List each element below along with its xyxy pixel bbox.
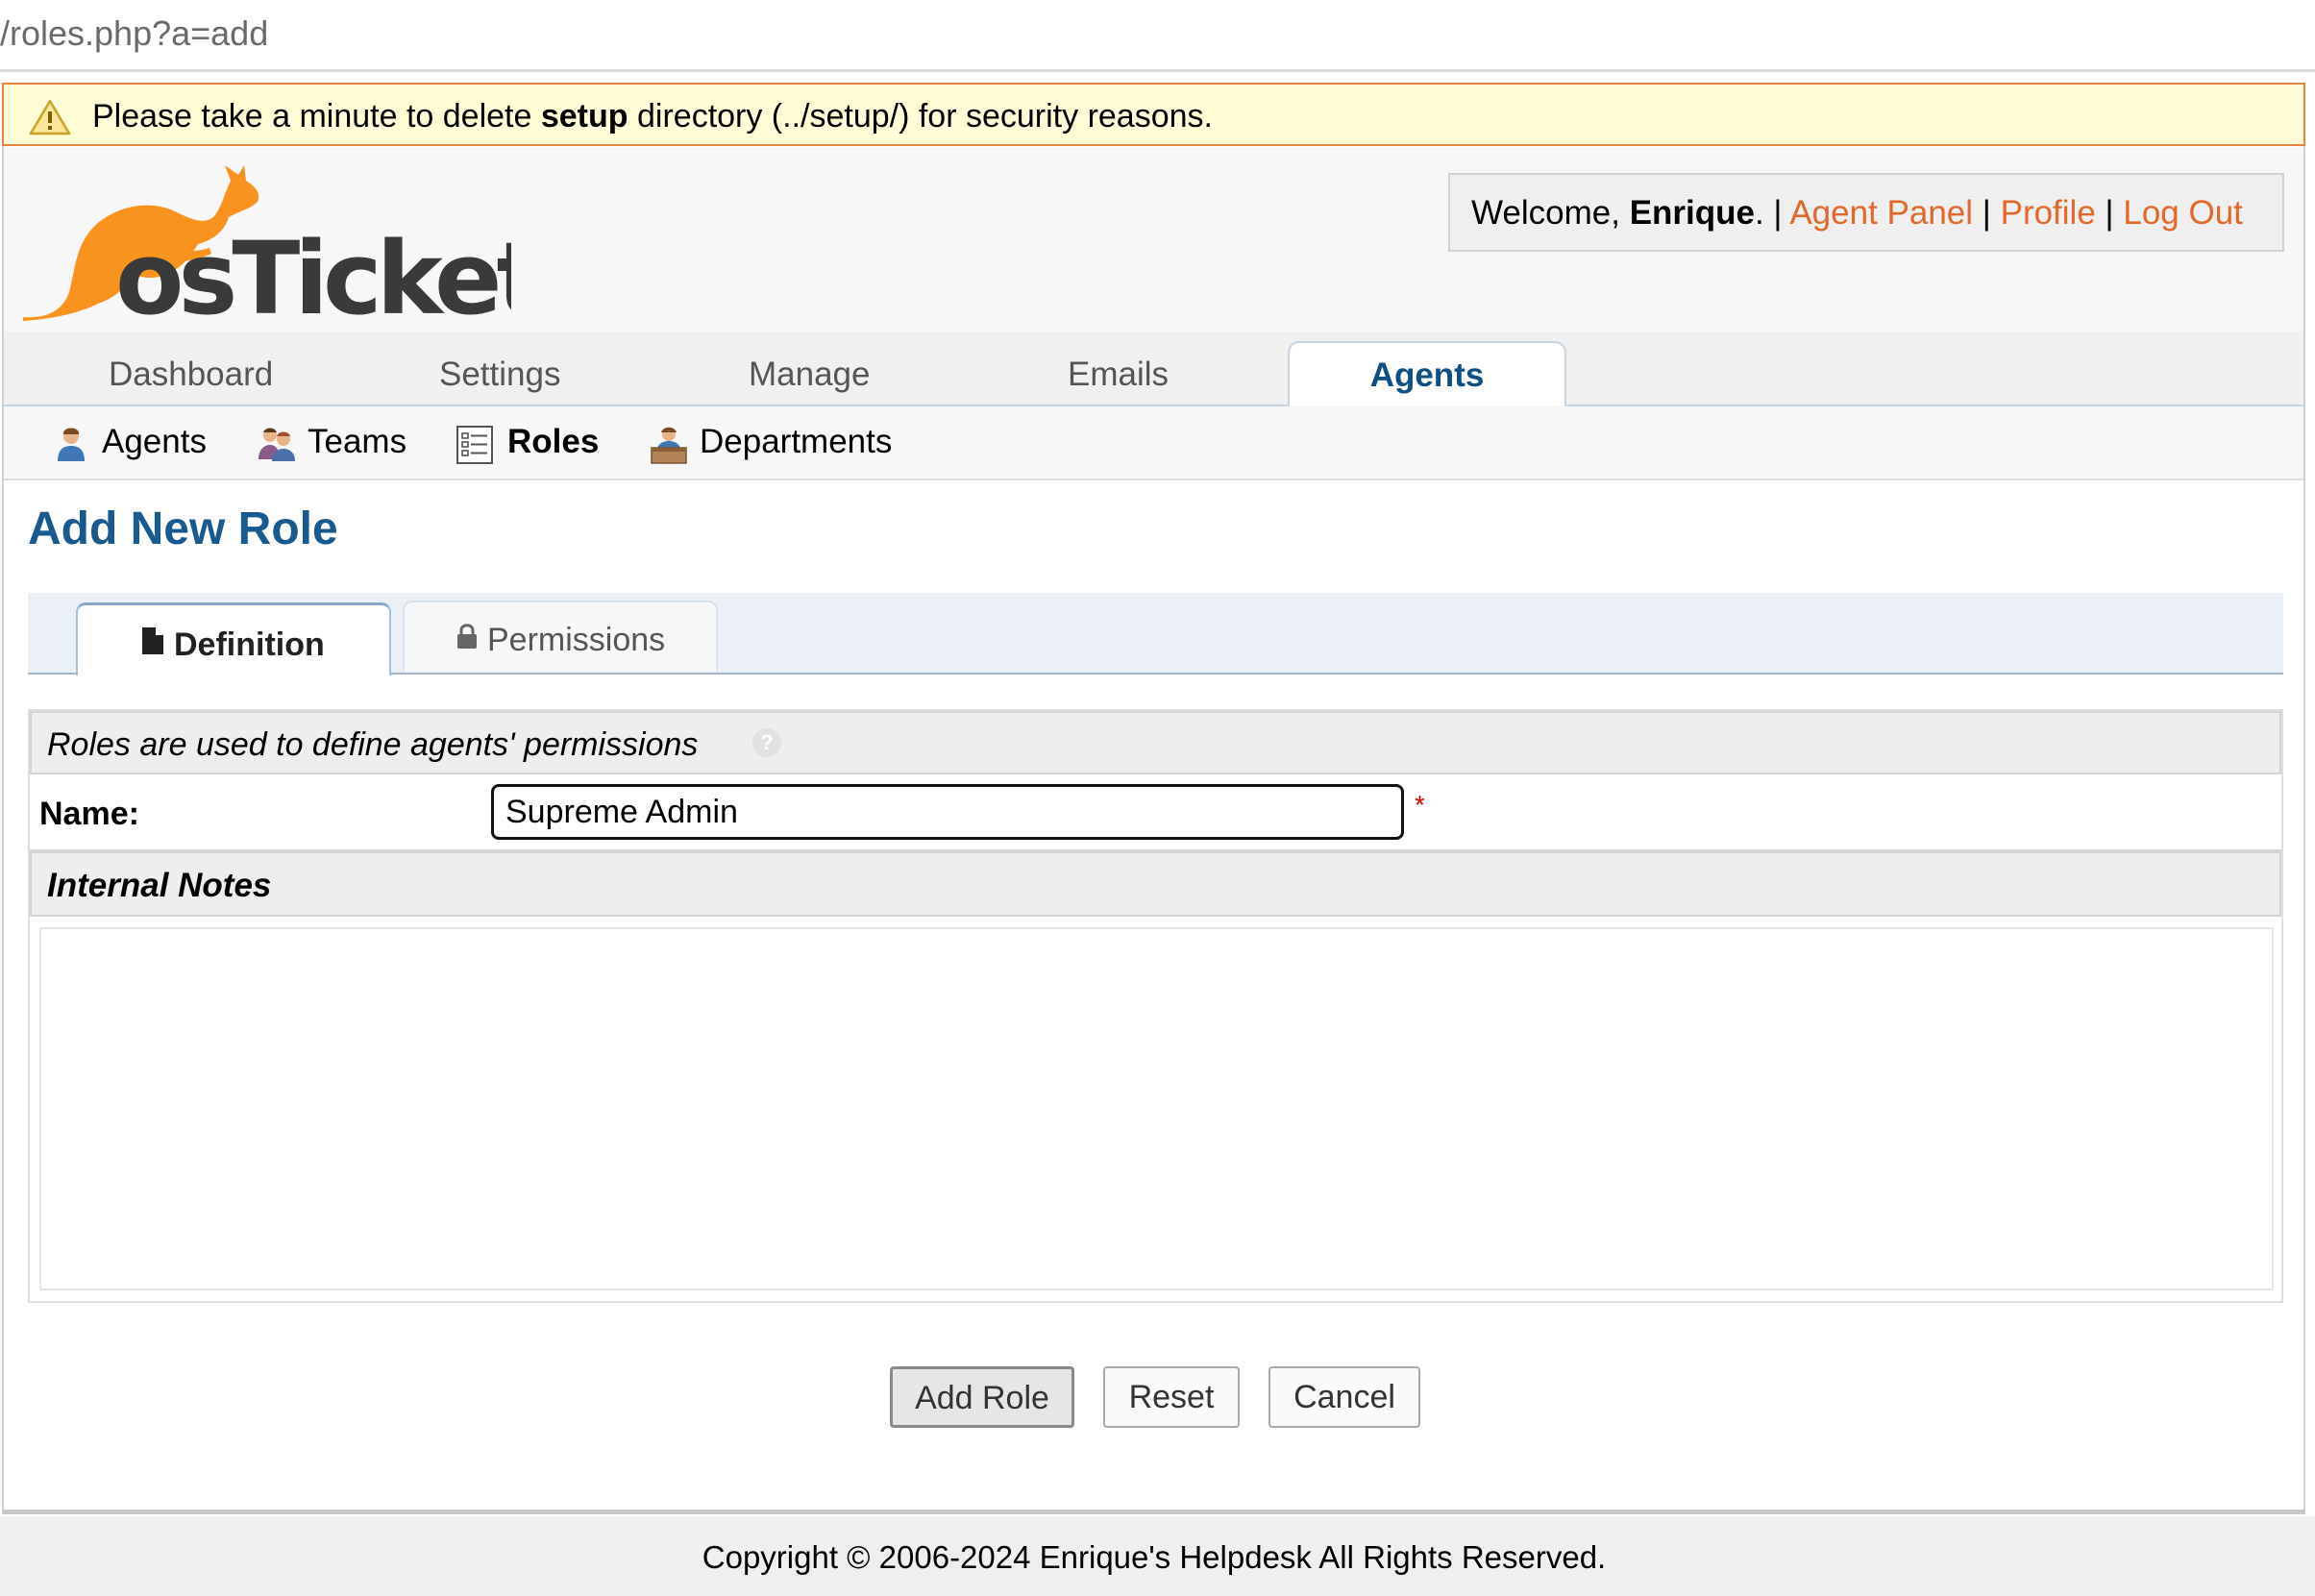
internal-notes-header-text: Internal Notes bbox=[47, 867, 272, 904]
nav-manage[interactable]: Manage bbox=[749, 356, 870, 394]
copyright-text: Copyright © 2006-2024 Enrique's Helpdesk… bbox=[702, 1539, 1607, 1575]
osticket-logo[interactable]: osTicket bbox=[21, 158, 511, 331]
subnav-departments-label: Departments bbox=[700, 423, 893, 460]
roles-section-header: Roles are used to define agents' permiss… bbox=[30, 711, 2281, 774]
tab-permissions-label: Permissions bbox=[487, 622, 666, 658]
agent-icon bbox=[58, 428, 85, 461]
lock-icon bbox=[457, 624, 477, 649]
reset-button[interactable]: Reset bbox=[1103, 1366, 1240, 1428]
welcome-sep-3: | bbox=[2095, 194, 2124, 232]
browser-url-bar[interactable]: /roles.php?a=add bbox=[0, 0, 2315, 72]
roles-section-header-text: Roles are used to define agents' permiss… bbox=[47, 726, 699, 763]
internal-notes-textarea[interactable] bbox=[39, 927, 2274, 1290]
nav-settings[interactable]: Settings bbox=[439, 356, 560, 394]
name-label: Name: bbox=[39, 796, 139, 832]
department-icon bbox=[651, 427, 687, 464]
internal-notes-header: Internal Notes bbox=[30, 851, 2281, 917]
warning-banner: Please take a minute to delete setup dir… bbox=[2, 83, 2305, 146]
nav-agents-label: Agents bbox=[1369, 356, 1485, 394]
required-marker: * bbox=[1415, 790, 1425, 820]
roles-list-icon bbox=[456, 426, 493, 464]
document-icon bbox=[142, 627, 163, 654]
warning-message: Please take a minute to delete setup dir… bbox=[92, 98, 1213, 135]
url-text[interactable]: /roles.php?a=add bbox=[0, 13, 268, 54]
welcome-username: Enrique bbox=[1629, 194, 1755, 232]
warning-text-post: directory (../setup/) for security reaso… bbox=[628, 98, 1213, 135]
subnav-agents[interactable]: Agents bbox=[52, 423, 215, 467]
footer: Copyright © 2006-2024 Enrique's Helpdesk… bbox=[0, 1516, 2315, 1596]
teams-icon bbox=[259, 428, 295, 461]
warning-text-setup: setup bbox=[540, 98, 628, 135]
welcome-box: Welcome, Enrique. | Agent Panel | Profil… bbox=[1448, 173, 2284, 252]
nav-agents[interactable]: Agents bbox=[1288, 341, 1566, 408]
nav-emails[interactable]: Emails bbox=[1068, 356, 1169, 394]
subnav-teams[interactable]: Teams bbox=[257, 423, 420, 467]
logo-wordmark: osTicket bbox=[115, 220, 511, 331]
agent-panel-link[interactable]: Agent Panel bbox=[1789, 194, 1973, 232]
tab-permissions[interactable]: Permissions bbox=[403, 601, 718, 672]
welcome-sep: . | bbox=[1754, 194, 1790, 232]
cancel-button[interactable]: Cancel bbox=[1268, 1366, 1420, 1428]
profile-link[interactable]: Profile bbox=[2001, 194, 2096, 232]
welcome-sep-2: | bbox=[1973, 194, 2001, 232]
name-input[interactable] bbox=[491, 784, 1404, 840]
subnav-teams-label: Teams bbox=[308, 423, 407, 460]
logout-link[interactable]: Log Out bbox=[2123, 194, 2243, 232]
tab-definition[interactable]: Definition bbox=[76, 602, 391, 675]
subnav-roles-label: Roles bbox=[507, 423, 600, 460]
subnav-departments[interactable]: Departments bbox=[650, 423, 909, 467]
subnav-roles[interactable]: Roles bbox=[456, 423, 609, 467]
warning-icon bbox=[29, 99, 71, 135]
tab-definition-label: Definition bbox=[174, 626, 325, 663]
help-icon[interactable]: ? bbox=[752, 728, 781, 757]
add-role-button[interactable]: Add Role bbox=[890, 1366, 1074, 1428]
welcome-prefix: Welcome, bbox=[1471, 194, 1630, 232]
nav-dashboard[interactable]: Dashboard bbox=[109, 356, 273, 394]
warning-text-pre: Please take a minute to delete bbox=[92, 98, 541, 135]
subnav-agents-label: Agents bbox=[102, 423, 207, 460]
page-title: Add New Role bbox=[28, 503, 338, 554]
